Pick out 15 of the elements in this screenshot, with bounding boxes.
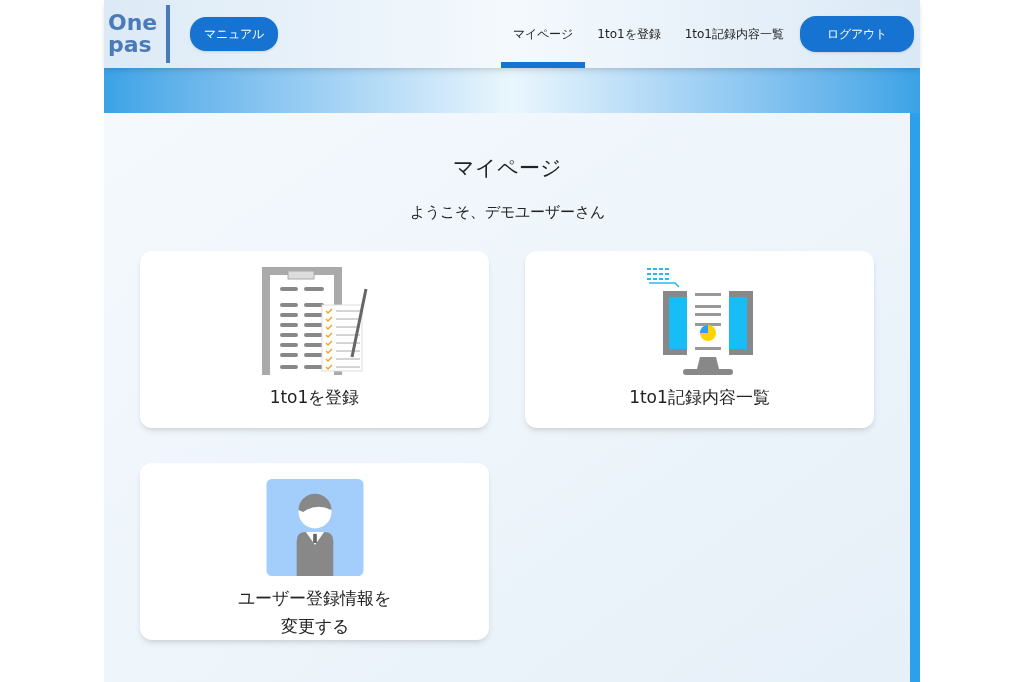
page-title: マイページ: [452, 155, 562, 182]
clipboard-checklist-icon: [259, 267, 370, 375]
nav-tab[interactable]: 1to1記録内容一覧: [672, 0, 796, 68]
logo: One pas: [108, 5, 170, 63]
nav-tab[interactable]: 1to1を登録: [585, 0, 673, 68]
manual-button[interactable]: マニュアル: [190, 17, 278, 51]
logout-button[interactable]: ログアウト: [800, 16, 914, 52]
card-label: 1to1記録内容一覧: [629, 386, 770, 409]
monitor-report-icon: [644, 267, 755, 375]
card-label: 1to1を登録: [269, 386, 360, 409]
menu-card[interactable]: ユーザー登録情報を 変更する: [140, 463, 489, 640]
card-label: ユーザー登録情報を 変更する: [238, 587, 391, 638]
welcome-text: ようこそ、デモユーザーさん: [409, 201, 605, 223]
menu-card[interactable]: 1to1記録内容一覧: [525, 251, 874, 428]
menu-card[interactable]: 1to1を登録: [140, 251, 489, 428]
